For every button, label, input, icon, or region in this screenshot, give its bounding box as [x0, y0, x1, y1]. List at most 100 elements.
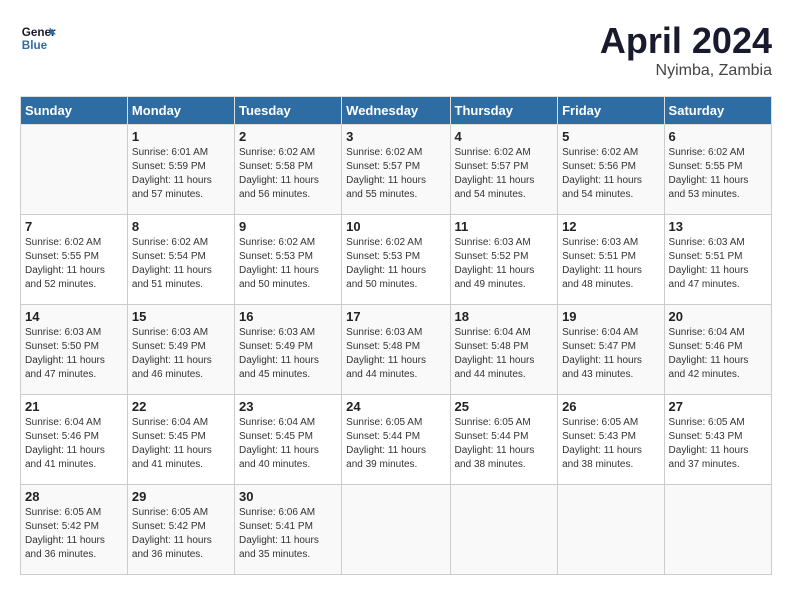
day-of-week-header: Saturday	[664, 97, 771, 125]
day-number: 6	[669, 129, 767, 144]
day-of-week-header: Sunday	[21, 97, 128, 125]
day-info: Sunrise: 6:05 AMSunset: 5:42 PMDaylight:…	[132, 506, 230, 562]
day-number: 24	[346, 399, 445, 414]
day-number: 18	[455, 309, 554, 324]
day-number: 11	[455, 219, 554, 234]
day-info: Sunrise: 6:04 AMSunset: 5:48 PMDaylight:…	[455, 326, 554, 382]
day-of-week-header: Friday	[558, 97, 664, 125]
calendar-cell	[21, 125, 128, 215]
calendar-cell: 11 Sunrise: 6:03 AMSunset: 5:52 PMDayligh…	[450, 215, 558, 305]
day-number: 25	[455, 399, 554, 414]
calendar-cell: 10Sunrise: 6:02 AMSunset: 5:53 PMDayligh…	[342, 215, 450, 305]
day-info: Sunrise: 6:04 AMSunset: 5:45 PMDaylight:…	[239, 416, 337, 472]
calendar-cell: 18 Sunrise: 6:04 AMSunset: 5:48 PMDayligh…	[450, 305, 558, 395]
day-info: Sunrise: 6:03 AMSunset: 5:50 PMDaylight:…	[25, 326, 123, 382]
day-number: 10	[346, 219, 445, 234]
day-number: 23	[239, 399, 337, 414]
calendar-cell	[450, 485, 558, 575]
calendar-cell: 4 Sunrise: 6:02 AMSunset: 5:57 PMDaylight…	[450, 125, 558, 215]
calendar-cell: 8 Sunrise: 6:02 AMSunset: 5:54 PMDaylight…	[127, 215, 234, 305]
day-info: Sunrise: 6:02 AMSunset: 5:54 PMDaylight:…	[132, 236, 230, 292]
calendar-cell	[558, 485, 664, 575]
calendar-cell: 30 Sunrise: 6:06 AMSunset: 5:41 PMDayligh…	[234, 485, 341, 575]
day-number: 5	[562, 129, 659, 144]
calendar-week-row: 7Sunrise: 6:02 AMSunset: 5:55 PMDaylight…	[21, 215, 772, 305]
calendar-cell: 24 Sunrise: 6:05 AMSunset: 5:44 PMDayligh…	[342, 395, 450, 485]
day-info: Sunrise: 6:03 AMSunset: 5:51 PMDaylight:…	[562, 236, 659, 292]
day-info: Sunrise: 6:02 AMSunset: 5:56 PMDaylight:…	[562, 146, 659, 202]
day-number: 16	[239, 309, 337, 324]
day-info: Sunrise: 6:04 AMSunset: 5:46 PMDaylight:…	[25, 416, 123, 472]
day-info: Sunrise: 6:06 AMSunset: 5:41 PMDaylight:…	[239, 506, 337, 562]
day-number: 4	[455, 129, 554, 144]
calendar-cell: 3 Sunrise: 6:02 AMSunset: 5:57 PMDaylight…	[342, 125, 450, 215]
calendar-cell: 1Sunrise: 6:01 AMSunset: 5:59 PMDaylight…	[127, 125, 234, 215]
calendar-cell: 21Sunrise: 6:04 AMSunset: 5:46 PMDayligh…	[21, 395, 128, 485]
logo-icon: General Blue	[20, 20, 56, 56]
day-info: Sunrise: 6:03 AMSunset: 5:48 PMDaylight:…	[346, 326, 445, 382]
calendar-title: April 2024	[600, 20, 772, 62]
day-info: Sunrise: 6:02 AMSunset: 5:53 PMDaylight:…	[239, 236, 337, 292]
day-info: Sunrise: 6:03 AMSunset: 5:52 PMDaylight:…	[455, 236, 554, 292]
page-header: General Blue April 2024 Nyimba, Zambia	[20, 20, 772, 80]
svg-text:Blue: Blue	[22, 39, 48, 52]
day-number: 22	[132, 399, 230, 414]
day-number: 3	[346, 129, 445, 144]
day-number: 8	[132, 219, 230, 234]
day-of-week-header: Monday	[127, 97, 234, 125]
day-number: 27	[669, 399, 767, 414]
day-number: 19	[562, 309, 659, 324]
calendar-cell: 16Sunrise: 6:03 AMSunset: 5:49 PMDayligh…	[234, 305, 341, 395]
calendar-cell: 13 Sunrise: 6:03 AMSunset: 5:51 PMDayligh…	[664, 215, 771, 305]
day-info: Sunrise: 6:04 AMSunset: 5:45 PMDaylight:…	[132, 416, 230, 472]
day-info: Sunrise: 6:02 AMSunset: 5:55 PMDaylight:…	[25, 236, 123, 292]
calendar-cell: 2 Sunrise: 6:02 AMSunset: 5:58 PMDaylight…	[234, 125, 341, 215]
day-number: 30	[239, 489, 337, 504]
day-number: 13	[669, 219, 767, 234]
calendar-cell: 7Sunrise: 6:02 AMSunset: 5:55 PMDaylight…	[21, 215, 128, 305]
calendar-cell: 9 Sunrise: 6:02 AMSunset: 5:53 PMDaylight…	[234, 215, 341, 305]
day-number: 1	[132, 129, 230, 144]
day-info: Sunrise: 6:04 AMSunset: 5:47 PMDaylight:…	[562, 326, 659, 382]
calendar-week-row: 21Sunrise: 6:04 AMSunset: 5:46 PMDayligh…	[21, 395, 772, 485]
day-number: 14	[25, 309, 123, 324]
day-info: Sunrise: 6:05 AMSunset: 5:44 PMDaylight:…	[455, 416, 554, 472]
day-info: Sunrise: 6:05 AMSunset: 5:43 PMDaylight:…	[562, 416, 659, 472]
day-number: 9	[239, 219, 337, 234]
calendar-cell: 14 Sunrise: 6:03 AMSunset: 5:50 PMDayligh…	[21, 305, 128, 395]
day-info: Sunrise: 6:02 AMSunset: 5:57 PMDaylight:…	[346, 146, 445, 202]
calendar-cell: 26 Sunrise: 6:05 AMSunset: 5:43 PMDayligh…	[558, 395, 664, 485]
day-info: Sunrise: 6:05 AMSunset: 5:42 PMDaylight:…	[25, 506, 123, 562]
calendar-cell: 19 Sunrise: 6:04 AMSunset: 5:47 PMDayligh…	[558, 305, 664, 395]
day-number: 26	[562, 399, 659, 414]
calendar-week-row: 14 Sunrise: 6:03 AMSunset: 5:50 PMDayligh…	[21, 305, 772, 395]
day-number: 29	[132, 489, 230, 504]
calendar-table: SundayMondayTuesdayWednesdayThursdayFrid…	[20, 96, 772, 575]
day-info: Sunrise: 6:03 AMSunset: 5:51 PMDaylight:…	[669, 236, 767, 292]
calendar-cell: 15Sunrise: 6:03 AMSunset: 5:49 PMDayligh…	[127, 305, 234, 395]
calendar-cell: 20 Sunrise: 6:04 AMSunset: 5:46 PMDayligh…	[664, 305, 771, 395]
calendar-cell: 23 Sunrise: 6:04 AMSunset: 5:45 PMDayligh…	[234, 395, 341, 485]
calendar-cell: 17Sunrise: 6:03 AMSunset: 5:48 PMDayligh…	[342, 305, 450, 395]
day-number: 20	[669, 309, 767, 324]
day-number: 12	[562, 219, 659, 234]
day-info: Sunrise: 6:05 AMSunset: 5:44 PMDaylight:…	[346, 416, 445, 472]
day-of-week-header: Tuesday	[234, 97, 341, 125]
day-number: 15	[132, 309, 230, 324]
calendar-cell: 12 Sunrise: 6:03 AMSunset: 5:51 PMDayligh…	[558, 215, 664, 305]
calendar-cell	[664, 485, 771, 575]
day-info: Sunrise: 6:02 AMSunset: 5:57 PMDaylight:…	[455, 146, 554, 202]
day-of-week-header: Thursday	[450, 97, 558, 125]
title-block: April 2024 Nyimba, Zambia	[600, 20, 772, 80]
calendar-subtitle: Nyimba, Zambia	[600, 62, 772, 80]
calendar-cell: 27Sunrise: 6:05 AMSunset: 5:43 PMDayligh…	[664, 395, 771, 485]
day-info: Sunrise: 6:02 AMSunset: 5:55 PMDaylight:…	[669, 146, 767, 202]
day-info: Sunrise: 6:04 AMSunset: 5:46 PMDaylight:…	[669, 326, 767, 382]
day-number: 28	[25, 489, 123, 504]
calendar-cell: 6 Sunrise: 6:02 AMSunset: 5:55 PMDaylight…	[664, 125, 771, 215]
day-info: Sunrise: 6:02 AMSunset: 5:58 PMDaylight:…	[239, 146, 337, 202]
calendar-cell: 22 Sunrise: 6:04 AMSunset: 5:45 PMDayligh…	[127, 395, 234, 485]
calendar-cell: 28 Sunrise: 6:05 AMSunset: 5:42 PMDayligh…	[21, 485, 128, 575]
day-number: 2	[239, 129, 337, 144]
calendar-body: 1Sunrise: 6:01 AMSunset: 5:59 PMDaylight…	[21, 125, 772, 575]
